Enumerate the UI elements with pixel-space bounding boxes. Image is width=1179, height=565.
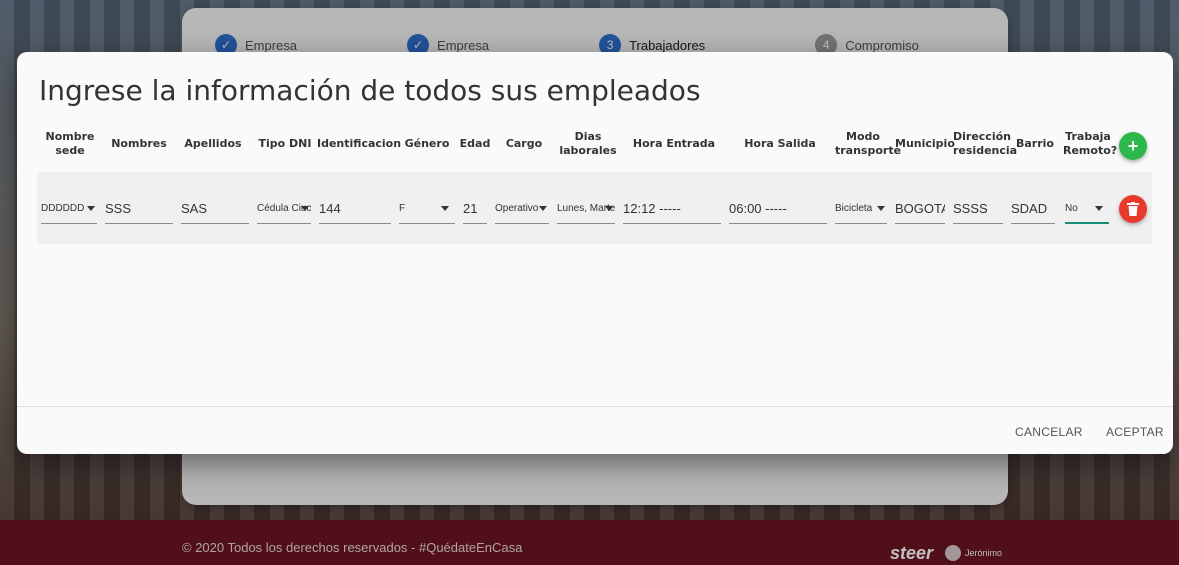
header-hora-entrada: Hora Entrada xyxy=(632,137,716,150)
caret-down-icon xyxy=(441,206,449,211)
cargo-select[interactable]: Operativo xyxy=(495,194,549,224)
header-apellidos: Apellidos xyxy=(184,137,242,150)
tipo-dni-select[interactable]: Cédula Ciuc xyxy=(257,194,311,224)
edad-input[interactable]: 21 xyxy=(463,194,487,224)
select-value: F xyxy=(399,203,406,214)
hora-entrada-input[interactable]: 12:12 ----- xyxy=(623,194,721,224)
nombres-input[interactable]: SSS xyxy=(105,194,173,224)
delete-employee-button[interactable] xyxy=(1119,195,1147,223)
header-modo-transporte: Modo transporte xyxy=(835,130,902,157)
plus-icon: + xyxy=(1127,135,1139,156)
input-value: 12:12 ----- xyxy=(623,201,681,216)
header-cargo: Cargo xyxy=(505,137,543,150)
input-value: SSS xyxy=(105,201,132,216)
accept-button[interactable]: ACEPTAR xyxy=(1106,425,1164,439)
caret-down-icon xyxy=(1095,206,1103,211)
hora-salida-input[interactable]: 06:00 ----- xyxy=(729,194,827,224)
apellidos-input[interactable]: SAS xyxy=(181,194,249,224)
header-genero: Género xyxy=(404,137,450,150)
header-trabaja-remoto: Trabaja Remoto? xyxy=(1063,130,1118,157)
trabaja-remoto-select[interactable]: No xyxy=(1065,194,1109,224)
cancel-button[interactable]: CANCELAR xyxy=(1015,425,1083,439)
input-value: BOGOTA xyxy=(895,201,945,216)
input-value: SAS xyxy=(181,201,208,216)
nombre-sede-select[interactable]: DDDDDD xyxy=(41,194,97,224)
table-header: Nombre sede Nombres Apellidos Tipo DNI I… xyxy=(17,130,1173,170)
select-value: Bicicleta xyxy=(835,203,873,214)
input-value: SSSS xyxy=(953,201,988,216)
employees-dialog: Ingrese la información de todos sus empl… xyxy=(17,52,1173,454)
header-nombres: Nombres xyxy=(111,137,167,150)
header-nombre-sede: Nombre sede xyxy=(45,130,95,157)
input-value: 06:00 ----- xyxy=(729,201,787,216)
identificacion-input[interactable]: 144 xyxy=(319,194,391,224)
modo-transporte-select[interactable]: Bicicleta xyxy=(835,194,887,224)
input-value: 21 xyxy=(463,201,478,216)
add-employee-button[interactable]: + xyxy=(1119,132,1147,160)
caret-down-icon xyxy=(877,206,885,211)
header-barrio: Barrio xyxy=(1016,137,1054,150)
direccion-input[interactable]: SSSS xyxy=(953,194,1003,224)
municipio-input[interactable]: BOGOTA xyxy=(895,194,945,224)
trash-icon xyxy=(1127,202,1139,216)
caret-down-icon xyxy=(301,206,309,211)
dias-laborales-select[interactable]: Lunes, Marte xyxy=(557,194,615,224)
header-edad: Edad xyxy=(459,137,491,150)
select-value: DDDDDD xyxy=(41,203,85,214)
genero-select[interactable]: F xyxy=(399,194,455,224)
header-identificacion: Identificacion xyxy=(317,137,402,150)
input-value: 144 xyxy=(319,201,341,216)
dialog-title: Ingrese la información de todos sus empl… xyxy=(39,74,701,107)
dialog-divider xyxy=(17,406,1173,407)
caret-down-icon xyxy=(605,206,613,211)
header-municipio: Municipio xyxy=(895,137,955,150)
select-value: No xyxy=(1065,202,1078,214)
caret-down-icon xyxy=(87,206,95,211)
header-hora-salida: Hora Salida xyxy=(744,137,816,150)
table-row: DDDDDD SSS SAS Cédula Ciuc 144 F 21 Oper… xyxy=(37,172,1152,244)
input-value: SDAD xyxy=(1011,201,1048,216)
header-direccion: Dirección residencia xyxy=(953,130,1018,157)
caret-down-icon xyxy=(539,206,547,211)
select-value: Operativo xyxy=(495,203,539,214)
header-dias-laborales: Dias laborales xyxy=(559,130,617,157)
header-tipo-dni: Tipo DNI xyxy=(258,137,312,150)
barrio-input[interactable]: SDAD xyxy=(1011,194,1055,224)
